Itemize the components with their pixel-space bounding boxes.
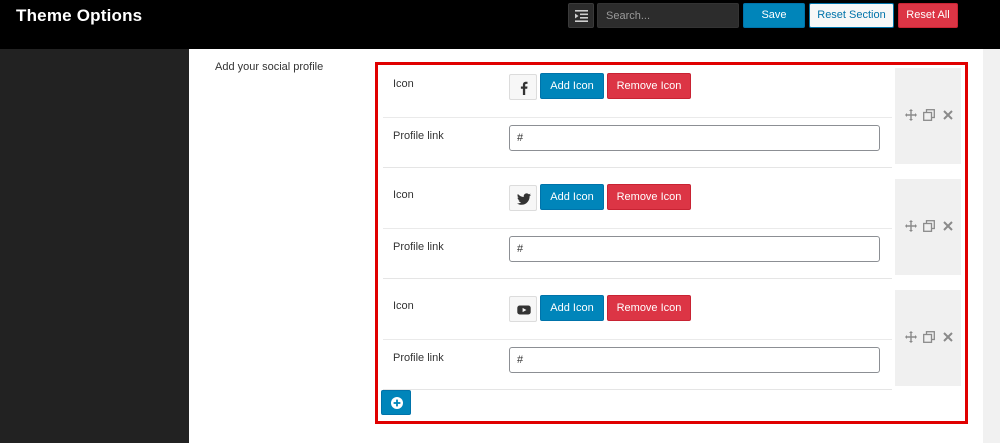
divider — [383, 339, 892, 340]
repeater-item: Icon Add Icon Remove Icon Profile link — [383, 68, 961, 168]
move-icon[interactable] — [905, 109, 917, 121]
clone-icon[interactable] — [923, 109, 935, 121]
clone-icon[interactable] — [923, 331, 935, 343]
plus-circle-icon — [391, 397, 403, 409]
icon-preview — [509, 185, 537, 211]
remove-icon-button[interactable]: Remove Icon — [607, 73, 691, 99]
repeater-item-actions — [895, 290, 961, 386]
repeater-item-content: Icon Add Icon Remove Icon Profile link — [383, 68, 892, 168]
repeater-item-actions — [895, 179, 961, 275]
save-button[interactable]: Save — [743, 3, 805, 28]
add-icon-button[interactable]: Add Icon — [540, 295, 604, 321]
remove-icon-button[interactable]: Remove Icon — [607, 184, 691, 210]
main-content: Add your social profile Icon Add Icon Re… — [189, 49, 983, 443]
list-outdent-icon — [575, 10, 588, 22]
profile-link-label: Profile link — [393, 130, 444, 142]
social-profile-repeater: Icon Add Icon Remove Icon Profile link #… — [375, 62, 968, 424]
repeater-item-actions — [895, 68, 961, 164]
repeater-item: Icon Add Icon Remove Icon Profile link — [383, 290, 961, 390]
profile-link-input[interactable] — [509, 347, 880, 373]
move-icon[interactable] — [905, 220, 917, 232]
clone-icon[interactable] — [923, 220, 935, 232]
reset-section-button[interactable]: Reset Section — [809, 3, 894, 28]
icon-label: Icon — [393, 78, 414, 90]
remove-row-icon[interactable] — [942, 220, 954, 232]
icon-preview — [509, 296, 537, 322]
profile-link-input[interactable] — [509, 125, 880, 151]
add-row-button[interactable] — [381, 390, 411, 415]
reset-all-button[interactable]: Reset All — [898, 3, 958, 28]
sidebar — [0, 49, 189, 443]
add-icon-button[interactable]: Add Icon — [540, 184, 604, 210]
icon-label: Icon — [393, 189, 414, 201]
remove-row-icon[interactable] — [942, 109, 954, 121]
profile-link-label: Profile link — [393, 352, 444, 364]
icon-label: Icon — [393, 300, 414, 312]
repeater-item-content: Icon Add Icon Remove Icon Profile link — [383, 179, 892, 279]
repeater-item-content: Icon Add Icon Remove Icon Profile link — [383, 290, 892, 390]
remove-row-icon[interactable] — [942, 331, 954, 343]
repeater-item: Icon Add Icon Remove Icon Profile link — [383, 179, 961, 279]
expand-toggle-button[interactable] — [568, 3, 594, 28]
add-icon-button[interactable]: Add Icon — [540, 73, 604, 99]
profile-link-label: Profile link — [393, 241, 444, 253]
remove-icon-button[interactable]: Remove Icon — [607, 295, 691, 321]
twitter-icon — [517, 193, 531, 205]
youtube-icon — [517, 305, 531, 315]
icon-preview — [509, 74, 537, 100]
page-title: Theme Options — [16, 6, 143, 25]
move-icon[interactable] — [905, 331, 917, 343]
divider — [383, 228, 892, 229]
profile-link-input[interactable] — [509, 236, 880, 262]
search-input[interactable] — [597, 3, 739, 28]
top-bar-inner: Theme Options Save Reset Section Reset A… — [0, 0, 960, 49]
top-bar: Theme Options Save Reset Section Reset A… — [0, 0, 1000, 49]
facebook-icon — [520, 81, 528, 95]
field-label: Add your social profile — [215, 61, 324, 73]
divider — [383, 117, 892, 118]
